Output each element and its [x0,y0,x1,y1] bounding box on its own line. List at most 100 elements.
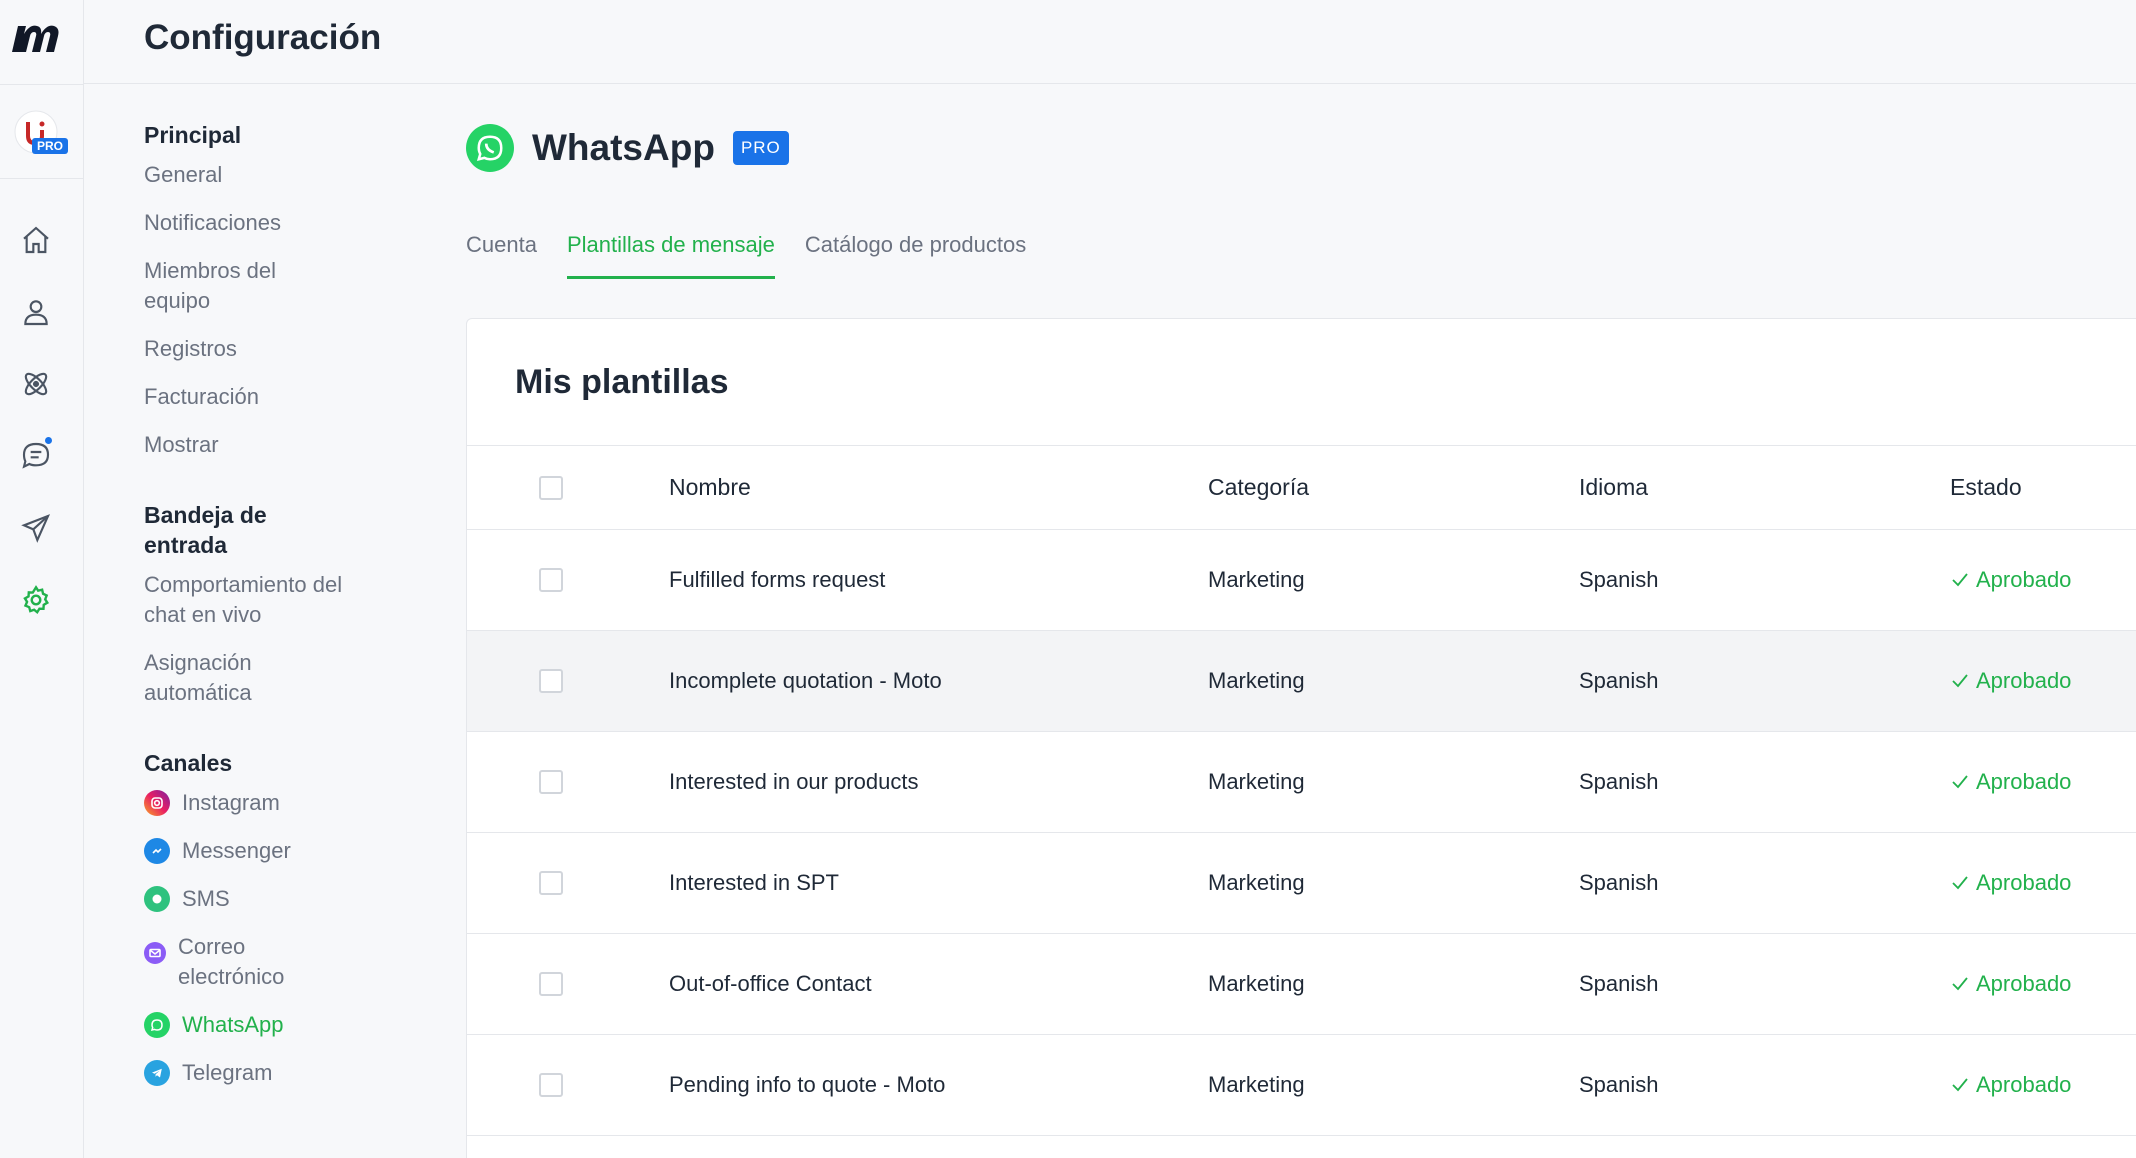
telegram-icon [144,1060,170,1086]
template-language: Spanish [1579,971,1659,996]
row-checkbox[interactable] [539,1073,563,1097]
row-checkbox[interactable] [539,972,563,996]
nav-item-messenger[interactable]: Messenger [144,836,444,866]
app-logo[interactable] [10,18,62,58]
status-badge: Aprobado [1950,934,2071,1034]
nav-item-display[interactable]: Mostrar [144,430,444,460]
nav-item-live-chat-behavior[interactable]: Comportamiento del chat en vivo [144,570,344,630]
channel-label: WhatsApp [182,1012,284,1037]
nav-item-sms[interactable]: SMS [144,884,444,914]
nav-item-telegram[interactable]: Telegram [144,1058,444,1088]
table-row[interactable]: Pending info to quote - Moto Marketing S… [467,1034,2136,1135]
channel-label: SMS [182,886,230,911]
channel-label: Instagram [182,790,280,815]
row-checkbox[interactable] [539,770,563,794]
template-language: Spanish [1579,668,1659,693]
table-row[interactable]: Out-of-office Contact Marketing Spanish … [467,933,2136,1034]
template-language: Spanish [1579,567,1659,592]
column-header-language[interactable]: Idioma [1579,446,1648,529]
template-language: Spanish [1579,870,1659,895]
workspace-pro-badge: PRO [32,138,69,154]
settings-gear-icon[interactable] [18,582,54,618]
tab-message-templates[interactable]: Plantillas de mensaje [566,232,775,279]
nav-item-team-members[interactable]: Miembros del equipo [144,256,304,316]
column-header-category[interactable]: Categoría [1208,446,1309,529]
status-label: Aprobado [1976,769,2072,794]
top-header: Configuración [84,0,2136,84]
template-name: Interested in our products [669,769,919,794]
row-checkbox[interactable] [539,568,563,592]
table-row [467,1135,2136,1158]
nav-item-instagram[interactable]: Instagram [144,788,444,818]
nav-item-auto-assignment[interactable]: Asignación automática [144,648,304,708]
template-category: Marketing [1208,1072,1305,1097]
nav-item-email[interactable]: Correo electrónico [144,932,444,992]
nav-item-notifications[interactable]: Notificaciones [144,208,444,238]
check-icon [1952,977,1968,991]
channel-label: Messenger [182,838,291,863]
channel-header: WhatsApp PRO [466,124,789,172]
contacts-icon[interactable] [18,294,54,330]
templates-card: Mis plantillas Nombre Categoría Idioma E… [466,318,2136,1158]
home-icon[interactable] [18,222,54,258]
row-checkbox[interactable] [539,669,563,693]
status-badge: Aprobado [1950,732,2071,832]
nav-group-inbox: Bandeja de entrada [144,502,267,558]
template-name: Fulfilled forms request [669,567,886,592]
check-icon [1952,674,1968,688]
template-name: Incomplete quotation - Moto [669,668,942,693]
integrations-icon[interactable] [18,366,54,402]
template-category: Marketing [1208,971,1305,996]
broadcast-send-icon[interactable] [18,510,54,546]
table-row[interactable]: Fulfilled forms request Marketing Spanis… [467,529,2136,630]
tab-bar: Cuenta Plantillas de mensaje Catálogo de… [466,232,1026,279]
settings-sidebar: Principal General Notificaciones Miembro… [144,120,444,1106]
table-row[interactable]: Interested in SPT Marketing Spanish Apro… [467,832,2136,933]
tab-account[interactable]: Cuenta [466,232,537,279]
status-label: Aprobado [1976,1072,2072,1097]
status-label: Aprobado [1976,971,2072,996]
channel-label: Telegram [182,1060,273,1085]
table-row[interactable]: Incomplete quotation - Moto Marketing Sp… [467,630,2136,731]
rail-divider [0,178,84,179]
rail-divider [0,84,84,85]
nav-rail: PRO [0,0,84,1158]
status-badge: Aprobado [1950,530,2071,630]
chat-notification-dot [43,435,54,446]
nav-group-principal: Principal [144,122,242,148]
column-header-name[interactable]: Nombre [669,446,751,529]
page-title: Configuración [144,18,382,57]
template-name: Pending info to quote - Moto [669,1072,946,1097]
nav-group-channels: Canales [144,750,233,776]
template-category: Marketing [1208,769,1305,794]
channel-label: Correo electrónico [178,934,285,989]
template-category: Marketing [1208,668,1305,693]
check-icon [1952,1078,1968,1092]
template-language: Spanish [1579,769,1659,794]
nav-item-whatsapp[interactable]: WhatsApp [144,1010,444,1040]
select-all-checkbox[interactable] [539,475,563,500]
status-badge: Aprobado [1950,631,2071,731]
whatsapp-icon [144,1012,170,1038]
template-category: Marketing [1208,870,1305,895]
status-badge: Aprobado [1950,833,2071,933]
check-icon [1952,775,1968,789]
template-language: Spanish [1579,1072,1659,1097]
status-label: Aprobado [1976,567,2072,592]
sms-icon [144,886,170,912]
tab-product-catalog[interactable]: Catálogo de productos [805,232,1026,279]
templates-table: Nombre Categoría Idioma Estado Fulfilled… [467,445,2136,1158]
check-icon [1952,573,1968,587]
row-checkbox[interactable] [539,871,563,895]
nav-item-billing[interactable]: Facturación [144,382,444,412]
nav-item-general[interactable]: General [144,160,444,190]
nav-item-logs[interactable]: Registros [144,334,444,364]
table-header-row: Nombre Categoría Idioma Estado [467,445,2136,529]
status-label: Aprobado [1976,870,2072,895]
email-icon [144,942,166,964]
table-row[interactable]: Interested in our products Marketing Spa… [467,731,2136,832]
column-header-status[interactable]: Estado [1950,446,2022,529]
pro-badge: PRO [732,131,789,165]
check-icon [1952,876,1968,890]
status-label: Aprobado [1976,668,2072,693]
